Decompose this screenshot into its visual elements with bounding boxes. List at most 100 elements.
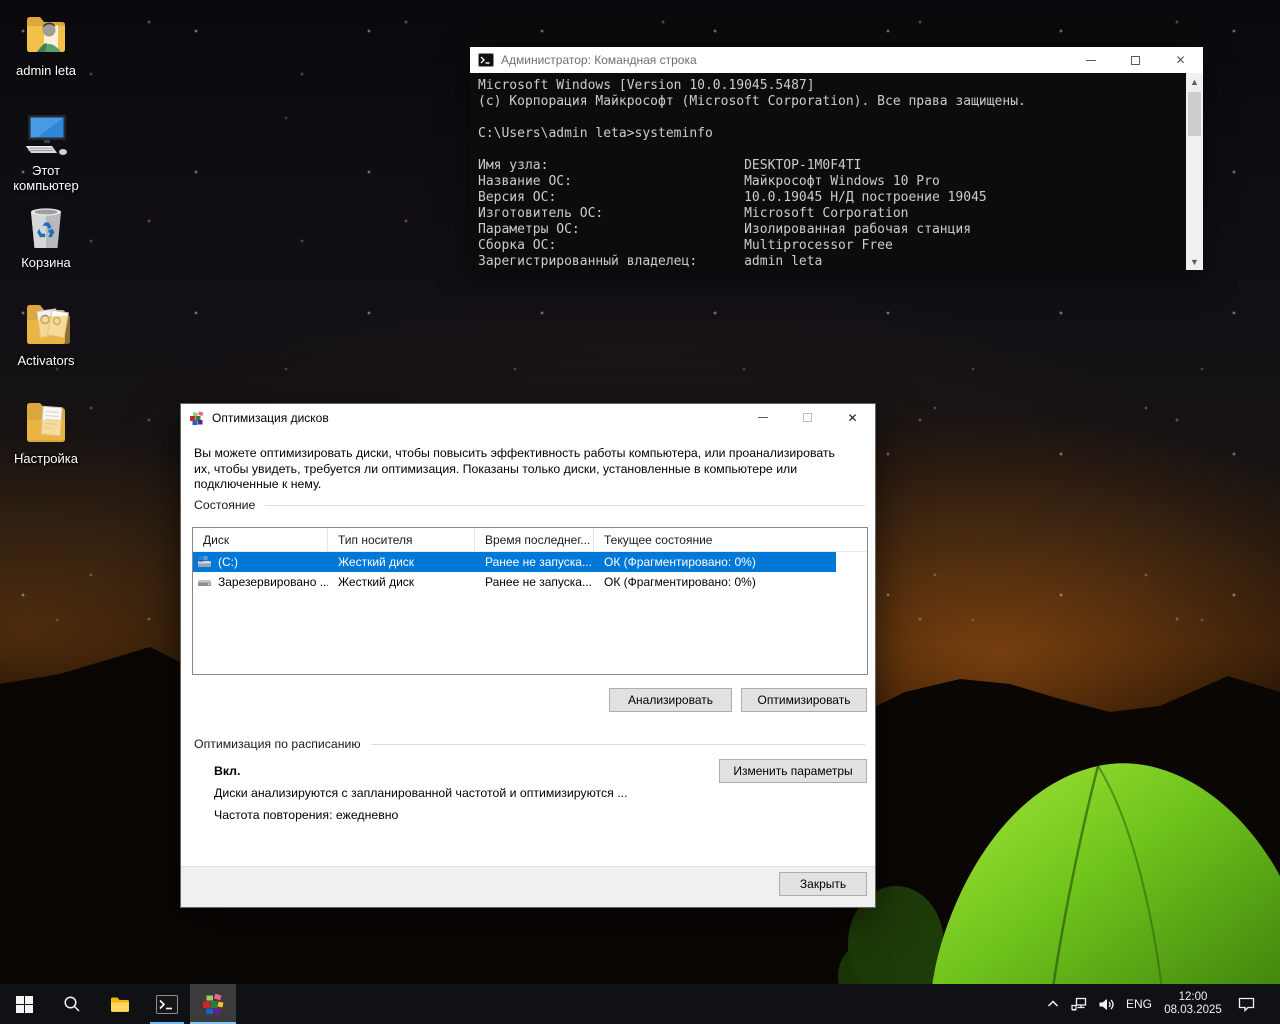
cmd-taskbar-icon [156,994,178,1014]
scrollbar-thumb[interactable] [1188,92,1201,136]
network-icon [1070,997,1086,1011]
scroll-up-icon[interactable]: ▲ [1186,73,1203,90]
dialog-titlebar[interactable]: Оптимизация дисков ✕ [181,404,875,431]
column-header-current-status[interactable]: Текущее состояние [594,528,867,551]
console-line: Microsoft Windows [Version 10.0.19045.54… [478,78,815,93]
console-line: Изготовитель ОС: Microsoft Corporation [478,206,909,221]
schedule-description: Диски анализируются с запланированной ча… [214,786,628,800]
desktop-icon-label: Activators [17,353,75,368]
dialog-maximize-button [785,404,830,431]
desktop-icon-recycle-bin[interactable]: Корзина [0,202,92,270]
taskbar-defrag-button[interactable] [190,984,236,1024]
desktop-icon-activators[interactable]: Activators [0,300,92,368]
cmd-window: Администратор: Командная строка ✕ Micros… [470,47,1203,270]
desktop-icon-nastroyka[interactable]: Настройка [0,398,92,466]
console-line: Версия ОС: 10.0.19045 Н/Д построение 190… [478,190,987,205]
action-center-button[interactable] [1228,984,1264,1024]
divider [265,504,865,506]
disk-table-header: Диск Тип носителя Время последнег... Тек… [193,528,867,552]
schedule-status: Вкл. [214,764,241,778]
desktop-icon-label: Этот компьютер [13,163,79,193]
cell-disk: (C:) [218,555,238,569]
column-header-disk[interactable]: Диск [193,528,328,551]
taskbar-cmd-button[interactable] [144,984,190,1024]
dialog-close-button[interactable]: ✕ [830,404,875,431]
desktop-icon-label: admin leta [16,63,76,78]
volume-icon [1099,998,1114,1010]
action-center-icon [1238,997,1254,1012]
tray-time: 12:00 [1178,991,1208,1003]
recycle-bin-icon [31,208,61,248]
console-line: (c) Корпорация Майкрософт (Microsoft Cor… [478,94,1026,109]
desktop-icon-label: Настройка [14,451,78,466]
cell-last-run: Ранее не запуска... [485,575,592,589]
tray-date: 08.03.2025 [1164,1004,1222,1016]
tray-language-button[interactable]: ENG [1120,984,1158,1024]
console-line: Сборка ОС: Multiprocessor Free [478,238,893,253]
cmd-icon [478,53,494,67]
chevron-up-icon [1047,1000,1059,1007]
desktop-icon-admin-leta[interactable]: admin leta [0,10,92,78]
console-line: Имя узла: DESKTOP-1M0F4TI [478,158,862,173]
cmd-close-button[interactable]: ✕ [1158,47,1203,73]
console-line: Параметры ОС: Изолированная рабочая стан… [478,222,972,237]
change-settings-button[interactable]: Изменить параметры [719,759,867,783]
table-row-reserved[interactable]: Зарезервировано ... Жесткий диск Ранее н… [193,572,867,592]
folder-document-icon [27,403,65,442]
defrag-icon [190,410,204,425]
desktop-icon-label: Корзина [21,255,71,270]
optimize-button[interactable]: Оптимизировать [741,688,867,712]
schedule-section-label: Оптимизация по расписанию [194,737,361,751]
dialog-minimize-button[interactable] [740,404,785,431]
desktop-icon-this-pc[interactable]: Этот компьютер [0,112,92,193]
start-button[interactable] [0,984,48,1024]
cell-status: ОК (Фрагментировано: 0%) [604,575,756,589]
hard-drive-icon [198,556,211,567]
cmd-maximize-button[interactable] [1113,47,1158,73]
dialog-title: Оптимизация дисков [212,410,329,425]
taskbar: ENG 12:00 08.03.2025 [0,984,1280,1024]
tray-clock[interactable]: 12:00 08.03.2025 [1158,984,1228,1024]
optimize-drives-dialog: Оптимизация дисков ✕ Вы можете оптимизир… [180,403,876,908]
dialog-footer: Закрыть [181,866,875,907]
cmd-minimize-button[interactable] [1068,47,1113,73]
desktop: admin leta Этот компьютер Корзина Activa… [0,0,1280,1024]
search-icon [64,996,80,1012]
console-line: Название ОС: Майкрософт Windows 10 Pro [478,174,940,189]
close-button[interactable]: Закрыть [779,872,867,896]
user-folder-icon [27,17,65,52]
status-section-label: Состояние [194,498,256,512]
scroll-down-icon[interactable]: ▼ [1186,253,1203,270]
cmd-window-title: Администратор: Командная строка [501,53,697,67]
tray-network-button[interactable] [1066,984,1092,1024]
console-line: Зарегистрированный владелец: admin leta [478,254,823,269]
analyze-button[interactable]: Анализировать [609,688,732,712]
windows-logo-icon [15,995,33,1013]
hard-drive-icon [198,580,211,586]
column-header-media-type[interactable]: Тип носителя [328,528,475,551]
table-row-drive-c[interactable]: (C:) Жесткий диск Ранее не запуска... ОК… [193,552,836,572]
tray-volume-button[interactable] [1092,984,1120,1024]
console-line: C:\Users\admin leta>systeminfo [478,126,713,141]
cell-last-run: Ранее не запуска... [485,555,592,569]
cmd-titlebar[interactable]: Администратор: Командная строка ✕ [470,47,1203,73]
file-explorer-button[interactable] [96,984,144,1024]
dialog-body: Вы можете оптимизировать диски, чтобы по… [181,431,875,866]
cell-disk: Зарезервировано ... [218,575,328,589]
cmd-scrollbar[interactable]: ▲ ▼ [1186,73,1203,270]
divider [370,743,865,745]
schedule-frequency: Частота повторения: ежедневно [214,808,399,822]
cell-media-type: Жесткий диск [338,555,415,569]
cmd-console[interactable]: Microsoft Windows [Version 10.0.19045.54… [470,73,1186,270]
cell-media-type: Жесткий диск [338,575,415,589]
search-button[interactable] [48,984,96,1024]
dialog-description: Вы можете оптимизировать диски, чтобы по… [194,446,835,491]
taskbar-spacer [236,984,1040,1024]
cell-status: ОК (Фрагментировано: 0%) [604,555,756,569]
column-header-last-run[interactable]: Время последнег... [475,528,594,551]
tray-chevron-button[interactable] [1040,984,1066,1024]
this-pc-icon [26,115,67,155]
defrag-taskbar-icon [203,993,224,1014]
